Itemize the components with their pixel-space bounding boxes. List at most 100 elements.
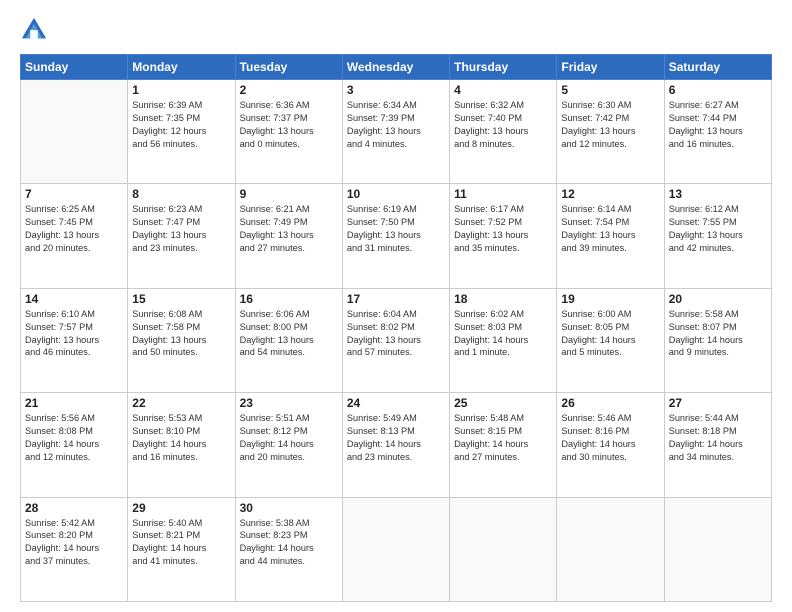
day-info: Sunrise: 5:42 AMSunset: 8:20 PMDaylight:…: [25, 517, 123, 569]
day-info: Sunrise: 5:38 AMSunset: 8:23 PMDaylight:…: [240, 517, 338, 569]
day-info: Sunrise: 6:17 AMSunset: 7:52 PMDaylight:…: [454, 203, 552, 255]
day-number: 21: [25, 396, 123, 410]
day-info: Sunrise: 5:46 AMSunset: 8:16 PMDaylight:…: [561, 412, 659, 464]
day-number: 5: [561, 83, 659, 97]
calendar-cell-5-5: [450, 497, 557, 601]
calendar-weekday-saturday: Saturday: [664, 55, 771, 80]
calendar-cell-4-4: 24 Sunrise: 5:49 AMSunset: 8:13 PMDayligh…: [342, 393, 449, 497]
day-info: Sunrise: 6:00 AMSunset: 8:05 PMDaylight:…: [561, 308, 659, 360]
day-number: 17: [347, 292, 445, 306]
day-number: 28: [25, 501, 123, 515]
day-number: 19: [561, 292, 659, 306]
calendar-cell-5-7: [664, 497, 771, 601]
calendar-week-2: 7Sunrise: 6:25 AMSunset: 7:45 PMDaylight…: [21, 184, 772, 288]
day-info: Sunrise: 6:39 AMSunset: 7:35 PMDaylight:…: [132, 99, 230, 151]
day-info: Sunrise: 5:40 AMSunset: 8:21 PMDaylight:…: [132, 517, 230, 569]
calendar-weekday-friday: Friday: [557, 55, 664, 80]
calendar-cell-1-2: 1 Sunrise: 6:39 AMSunset: 7:35 PMDaylight…: [128, 80, 235, 184]
day-number: 25: [454, 396, 552, 410]
calendar-week-4: 21 Sunrise: 5:56 AMSunset: 8:08 PMDayligh…: [21, 393, 772, 497]
page: SundayMondayTuesdayWednesdayThursdayFrid…: [0, 0, 792, 612]
day-info: Sunrise: 5:51 AMSunset: 8:12 PMDaylight:…: [240, 412, 338, 464]
day-info: Sunrise: 6:34 AMSunset: 7:39 PMDaylight:…: [347, 99, 445, 151]
calendar-cell-3-4: 17 Sunrise: 6:04 AMSunset: 8:02 PMDayligh…: [342, 288, 449, 392]
calendar-week-3: 14Sunrise: 6:10 AMSunset: 7:57 PMDayligh…: [21, 288, 772, 392]
day-number: 29: [132, 501, 230, 515]
day-info: Sunrise: 5:49 AMSunset: 8:13 PMDaylight:…: [347, 412, 445, 464]
day-info: Sunrise: 6:08 AMSunset: 7:58 PMDaylight:…: [132, 308, 230, 360]
day-info: Sunrise: 5:44 AMSunset: 8:18 PMDaylight:…: [669, 412, 767, 464]
day-info: Sunrise: 6:06 AMSunset: 8:00 PMDaylight:…: [240, 308, 338, 360]
calendar-cell-4-7: 27 Sunrise: 5:44 AMSunset: 8:18 PMDayligh…: [664, 393, 771, 497]
day-number: 10: [347, 187, 445, 201]
calendar-table: SundayMondayTuesdayWednesdayThursdayFrid…: [20, 54, 772, 602]
calendar-cell-2-3: 9 Sunrise: 6:21 AMSunset: 7:49 PMDaylight…: [235, 184, 342, 288]
logo: [20, 16, 52, 44]
day-number: 26: [561, 396, 659, 410]
calendar-weekday-wednesday: Wednesday: [342, 55, 449, 80]
calendar-cell-5-2: 29 Sunrise: 5:40 AMSunset: 8:21 PMDayligh…: [128, 497, 235, 601]
calendar-weekday-tuesday: Tuesday: [235, 55, 342, 80]
calendar-cell-2-2: 8 Sunrise: 6:23 AMSunset: 7:47 PMDaylight…: [128, 184, 235, 288]
calendar-cell-1-6: 5 Sunrise: 6:30 AMSunset: 7:42 PMDaylight…: [557, 80, 664, 184]
calendar-cell-4-6: 26 Sunrise: 5:46 AMSunset: 8:16 PMDayligh…: [557, 393, 664, 497]
day-info: Sunrise: 6:04 AMSunset: 8:02 PMDaylight:…: [347, 308, 445, 360]
calendar-cell-5-3: 30Sunrise: 5:38 AMSunset: 8:23 PMDayligh…: [235, 497, 342, 601]
day-info: Sunrise: 6:14 AMSunset: 7:54 PMDaylight:…: [561, 203, 659, 255]
day-number: 27: [669, 396, 767, 410]
day-info: Sunrise: 6:30 AMSunset: 7:42 PMDaylight:…: [561, 99, 659, 151]
day-number: 15: [132, 292, 230, 306]
day-number: 8: [132, 187, 230, 201]
calendar-cell-5-6: [557, 497, 664, 601]
calendar-cell-3-6: 19 Sunrise: 6:00 AMSunset: 8:05 PMDayligh…: [557, 288, 664, 392]
day-number: 3: [347, 83, 445, 97]
calendar-header-row: SundayMondayTuesdayWednesdayThursdayFrid…: [21, 55, 772, 80]
day-number: 20: [669, 292, 767, 306]
calendar-cell-2-5: 11 Sunrise: 6:17 AMSunset: 7:52 PMDayligh…: [450, 184, 557, 288]
day-number: 12: [561, 187, 659, 201]
day-info: Sunrise: 6:36 AMSunset: 7:37 PMDaylight:…: [240, 99, 338, 151]
day-info: Sunrise: 6:23 AMSunset: 7:47 PMDaylight:…: [132, 203, 230, 255]
calendar-cell-1-3: 2 Sunrise: 6:36 AMSunset: 7:37 PMDaylight…: [235, 80, 342, 184]
calendar-weekday-sunday: Sunday: [21, 55, 128, 80]
calendar-cell-3-2: 15 Sunrise: 6:08 AMSunset: 7:58 PMDayligh…: [128, 288, 235, 392]
day-number: 7: [25, 187, 123, 201]
calendar-cell-2-4: 10 Sunrise: 6:19 AMSunset: 7:50 PMDayligh…: [342, 184, 449, 288]
day-number: 23: [240, 396, 338, 410]
calendar-cell-1-1: [21, 80, 128, 184]
day-info: Sunrise: 5:58 AMSunset: 8:07 PMDaylight:…: [669, 308, 767, 360]
calendar-cell-4-3: 23 Sunrise: 5:51 AMSunset: 8:12 PMDayligh…: [235, 393, 342, 497]
day-info: Sunrise: 6:27 AMSunset: 7:44 PMDaylight:…: [669, 99, 767, 151]
calendar-cell-3-3: 16 Sunrise: 6:06 AMSunset: 8:00 PMDayligh…: [235, 288, 342, 392]
calendar-weekday-thursday: Thursday: [450, 55, 557, 80]
day-number: 11: [454, 187, 552, 201]
calendar-cell-1-4: 3 Sunrise: 6:34 AMSunset: 7:39 PMDaylight…: [342, 80, 449, 184]
day-info: Sunrise: 6:02 AMSunset: 8:03 PMDaylight:…: [454, 308, 552, 360]
calendar-cell-2-7: 13Sunrise: 6:12 AMSunset: 7:55 PMDayligh…: [664, 184, 771, 288]
day-info: Sunrise: 6:32 AMSunset: 7:40 PMDaylight:…: [454, 99, 552, 151]
day-number: 22: [132, 396, 230, 410]
calendar-cell-5-1: 28 Sunrise: 5:42 AMSunset: 8:20 PMDayligh…: [21, 497, 128, 601]
day-info: Sunrise: 6:21 AMSunset: 7:49 PMDaylight:…: [240, 203, 338, 255]
calendar-cell-1-5: 4 Sunrise: 6:32 AMSunset: 7:40 PMDaylight…: [450, 80, 557, 184]
day-number: 24: [347, 396, 445, 410]
calendar-cell-2-1: 7Sunrise: 6:25 AMSunset: 7:45 PMDaylight…: [21, 184, 128, 288]
calendar-cell-3-7: 20 Sunrise: 5:58 AMSunset: 8:07 PMDayligh…: [664, 288, 771, 392]
day-number: 14: [25, 292, 123, 306]
day-number: 4: [454, 83, 552, 97]
day-number: 18: [454, 292, 552, 306]
day-info: Sunrise: 5:48 AMSunset: 8:15 PMDaylight:…: [454, 412, 552, 464]
calendar-cell-2-6: 12 Sunrise: 6:14 AMSunset: 7:54 PMDayligh…: [557, 184, 664, 288]
calendar-cell-3-5: 18 Sunrise: 6:02 AMSunset: 8:03 PMDayligh…: [450, 288, 557, 392]
day-number: 2: [240, 83, 338, 97]
calendar-cell-4-1: 21 Sunrise: 5:56 AMSunset: 8:08 PMDayligh…: [21, 393, 128, 497]
day-info: Sunrise: 6:19 AMSunset: 7:50 PMDaylight:…: [347, 203, 445, 255]
day-number: 6: [669, 83, 767, 97]
day-number: 1: [132, 83, 230, 97]
day-info: Sunrise: 5:53 AMSunset: 8:10 PMDaylight:…: [132, 412, 230, 464]
day-number: 9: [240, 187, 338, 201]
calendar-week-5: 28 Sunrise: 5:42 AMSunset: 8:20 PMDayligh…: [21, 497, 772, 601]
day-number: 16: [240, 292, 338, 306]
calendar-cell-1-7: 6 Sunrise: 6:27 AMSunset: 7:44 PMDaylight…: [664, 80, 771, 184]
day-info: Sunrise: 5:56 AMSunset: 8:08 PMDaylight:…: [25, 412, 123, 464]
